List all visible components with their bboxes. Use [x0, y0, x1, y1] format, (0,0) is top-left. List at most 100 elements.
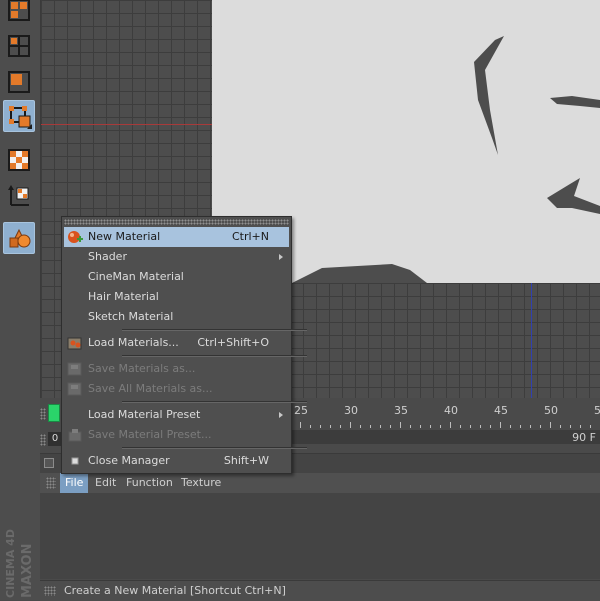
points-mode-button[interactable]: [3, 100, 35, 132]
texture-axis-icon: [8, 185, 29, 206]
timeline-tick: [400, 422, 401, 428]
tick-label: 40: [444, 404, 458, 417]
tick-label: 35: [394, 404, 408, 417]
menu-item-label: CineMan Material: [88, 270, 184, 283]
save-all-materials-icon: [67, 382, 82, 396]
submenu-arrow-icon: [279, 254, 283, 260]
save-materials-icon: [67, 362, 82, 376]
single-view-icon: [8, 71, 30, 93]
x-axis-line: [41, 124, 213, 125]
menu-item-save-materials-as: Save Materials as...: [64, 359, 289, 379]
menu-item-label: Load Materials...: [88, 336, 179, 349]
timeline-tick: [370, 425, 371, 428]
menu-separator: [122, 401, 307, 403]
manager-toggle-checkbox[interactable]: [44, 458, 54, 468]
timeline-tick: [380, 425, 381, 428]
timeline-tick: [440, 425, 441, 428]
material-manager-menubar: File Edit Function Texture: [40, 473, 600, 493]
menu-item-save-all-materials-as: Save All Materials as...: [64, 379, 289, 399]
menu-separator: [122, 355, 307, 357]
load-materials-icon: [67, 337, 82, 350]
timeline-tick: [470, 425, 471, 428]
timeline-tick: [390, 425, 391, 428]
timeline-tick: [570, 425, 571, 428]
menu-item-shortcut: Ctrl+N: [231, 230, 269, 243]
timeline-tick: [590, 425, 591, 428]
menu-item-label: Save Material Preset...: [88, 428, 212, 441]
timeline-playhead[interactable]: [48, 404, 60, 422]
menu-item-cineman-material[interactable]: CineMan Material: [64, 267, 289, 287]
tick-label: 25: [294, 404, 308, 417]
menu-item-hair-material[interactable]: Hair Material: [64, 287, 289, 307]
tool-group-corner-icon: [27, 124, 32, 129]
z-axis-line: [531, 283, 532, 398]
file-menu-popup: New Material Ctrl+N Shader CineMan Mater…: [61, 216, 307, 474]
timeline-tick: [410, 425, 411, 428]
material-list-area[interactable]: [40, 493, 600, 579]
menubar-grip-icon[interactable]: [46, 477, 56, 489]
timeline-tick: [330, 425, 331, 428]
timeline-ruler[interactable]: 25 30 35 40 45 50 55: [290, 402, 600, 428]
menu-separator: [122, 447, 307, 449]
new-material-icon: [68, 231, 83, 243]
save-preset-icon: [68, 429, 82, 442]
menu-separator: [122, 329, 307, 331]
model-mode-button[interactable]: [3, 222, 35, 254]
menu-item-label: Save All Materials as...: [88, 382, 213, 395]
menu-item-label: Sketch Material: [88, 310, 174, 323]
status-grip-icon: [44, 586, 56, 596]
menu-item-label: Load Material Preset: [88, 408, 201, 421]
menu-edit[interactable]: Edit: [90, 473, 121, 493]
checkerboard-icon: [8, 149, 30, 171]
menu-item-sketch-material[interactable]: Sketch Material: [64, 307, 289, 327]
tick-label: 55: [594, 404, 600, 417]
timeline-tick: [560, 425, 561, 428]
primitives-icon: [9, 228, 31, 248]
menu-item-shortcut: Shift+W: [223, 454, 269, 467]
timeline-tick: [490, 425, 491, 428]
four-view-icon: [8, 0, 30, 21]
timeline-tick: [450, 422, 451, 428]
timeline-tick: [430, 425, 431, 428]
menu-item-label: Hair Material: [88, 290, 159, 303]
menu-item-label: New Material: [88, 230, 161, 243]
timeline-tick: [540, 425, 541, 428]
texture-axis-button[interactable]: [3, 180, 35, 212]
menu-item-new-material[interactable]: New Material Ctrl+N: [64, 227, 289, 247]
menu-file[interactable]: File: [60, 473, 89, 493]
timeline-tick: [580, 425, 581, 428]
menu-item-label: Shader: [88, 250, 127, 263]
end-frame: 90 F: [572, 431, 596, 444]
timeline-tick: [420, 425, 421, 428]
timeline-grip-icon[interactable]: [40, 408, 46, 420]
close-manager-icon: [71, 457, 79, 465]
menu-item-shader[interactable]: Shader: [64, 247, 289, 267]
timeline-tick: [460, 425, 461, 428]
menu-function[interactable]: Function: [121, 473, 178, 493]
menu-tearoff-grip-icon[interactable]: [64, 219, 289, 225]
menu-item-load-materials[interactable]: Load Materials... Ctrl+Shift+O: [64, 333, 289, 353]
left-toolbar: [0, 0, 40, 420]
grid-layout-button[interactable]: [3, 30, 35, 62]
frame-grip-icon[interactable]: [40, 434, 46, 446]
menu-texture[interactable]: Texture: [176, 473, 226, 493]
current-frame[interactable]: 0: [48, 432, 62, 446]
grid-layout-icon: [8, 35, 30, 57]
menu-item-load-material-preset[interactable]: Load Material Preset: [64, 405, 289, 425]
timeline-range-bar[interactable]: 90 F: [290, 430, 600, 444]
timeline-tick: [480, 425, 481, 428]
checker-texture-button[interactable]: [3, 144, 35, 176]
timeline-tick: [350, 422, 351, 428]
submenu-arrow-icon: [279, 412, 283, 418]
brand-product: CINEMA 4D: [4, 529, 17, 598]
single-view-button[interactable]: [3, 66, 35, 98]
menu-item-close-manager[interactable]: Close Manager Shift+W: [64, 451, 289, 471]
timeline-tick: [320, 425, 321, 428]
timeline-tick: [340, 425, 341, 428]
timeline-tick: [360, 425, 361, 428]
timeline-tick: [300, 422, 301, 428]
menu-item-label: Save Materials as...: [88, 362, 196, 375]
four-view-layout-button[interactable]: [3, 0, 35, 26]
status-text: Create a New Material [Shortcut Ctrl+N]: [64, 584, 286, 597]
brand-maker: MAXON: [20, 543, 35, 599]
